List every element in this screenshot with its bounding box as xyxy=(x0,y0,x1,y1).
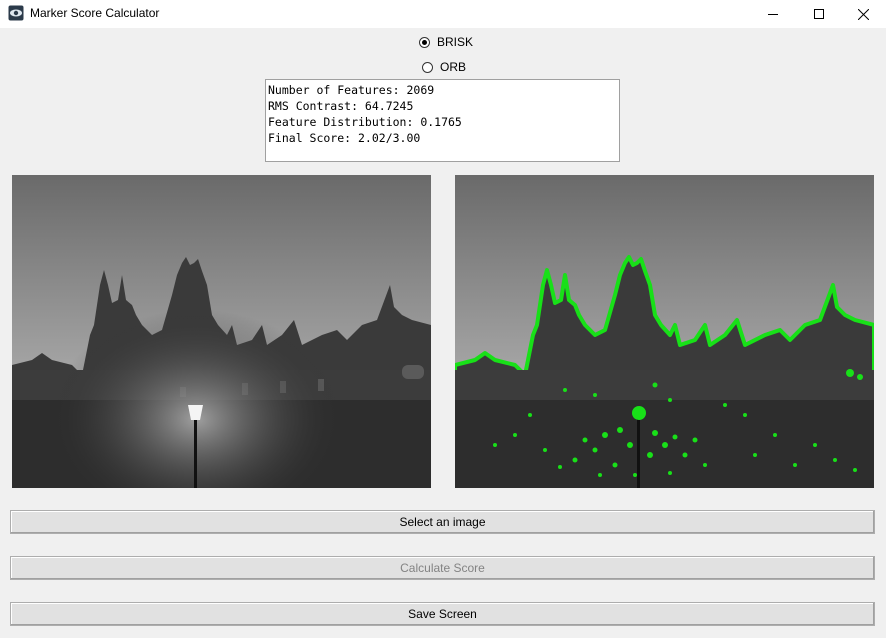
keypoints-image xyxy=(455,175,874,488)
radio-orb-indicator[interactable] xyxy=(422,61,433,73)
rms-contrast-line: RMS Contrast: 64.7245 xyxy=(268,99,414,113)
minimize-button[interactable] xyxy=(750,0,796,28)
radio-orb[interactable]: ORB xyxy=(422,60,466,74)
minimize-icon xyxy=(768,14,778,15)
results-textbox[interactable]: Number of Features: 2069 RMS Contrast: 6… xyxy=(265,79,620,162)
features-count-line: Number of Features: 2069 xyxy=(268,83,435,97)
close-icon xyxy=(857,8,869,20)
final-score-line: Final Score: 2.02/3.00 xyxy=(268,131,421,145)
radio-brisk[interactable]: BRISK xyxy=(419,35,473,49)
radio-brisk-indicator[interactable] xyxy=(419,36,430,48)
maximize-button[interactable] xyxy=(796,0,842,28)
close-button[interactable] xyxy=(840,0,886,28)
title-bar: Marker Score Calculator xyxy=(0,0,886,28)
radio-brisk-label: BRISK xyxy=(437,35,474,49)
select-image-button[interactable]: Select an image xyxy=(10,510,875,534)
window-title: Marker Score Calculator xyxy=(30,6,160,20)
feature-distribution-line: Feature Distribution: 0.1765 xyxy=(268,115,462,129)
maximize-icon xyxy=(814,9,824,19)
calculate-score-button[interactable]: Calculate Score xyxy=(10,556,875,580)
save-screen-button[interactable]: Save Screen xyxy=(10,602,875,626)
app-icon xyxy=(8,5,24,21)
original-image xyxy=(12,175,431,488)
radio-orb-label: ORB xyxy=(440,60,467,74)
